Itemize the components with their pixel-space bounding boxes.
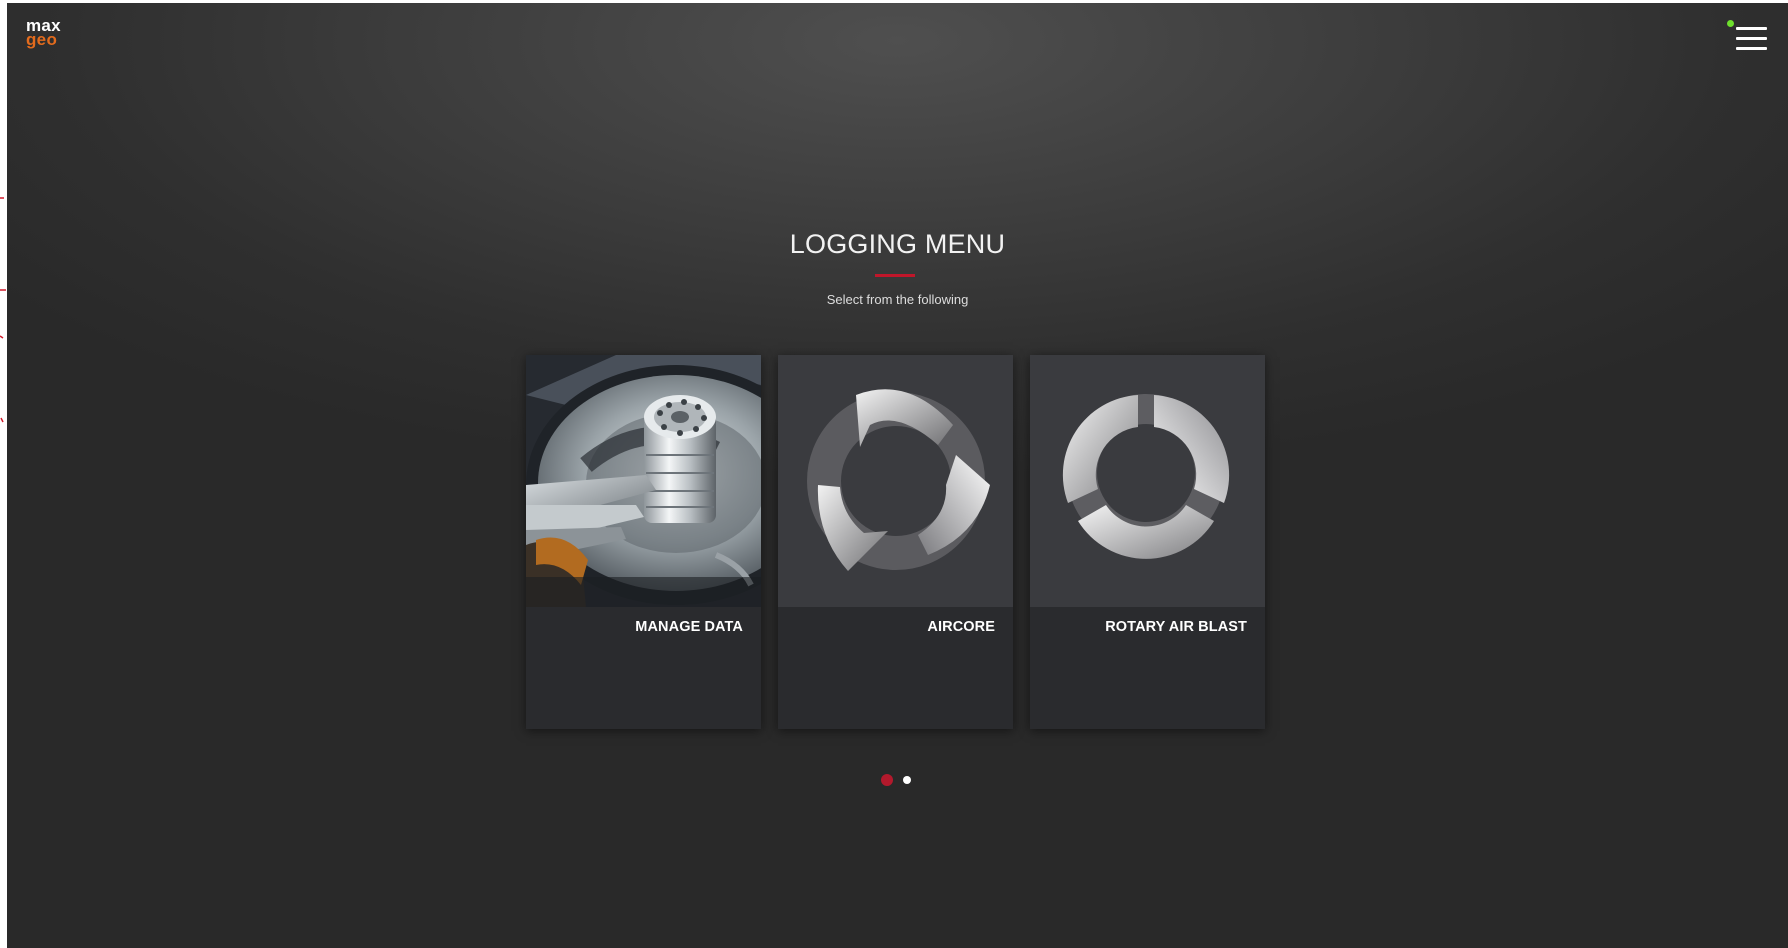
card-label: MANAGE DATA (635, 619, 743, 635)
hamburger-icon (1736, 27, 1767, 30)
page-subtitle: Select from the following (826, 292, 969, 307)
hamburger-icon-bar (1736, 37, 1767, 40)
page-dot-1[interactable] (881, 774, 893, 786)
hamburger-icon-bar (1736, 47, 1767, 50)
title-underline (875, 274, 915, 277)
hard-drive-image (526, 355, 761, 607)
card-label: AIRCORE (927, 619, 995, 635)
hamburger-menu-button[interactable] (1736, 27, 1767, 52)
maxgeo-logo[interactable]: max geo (26, 17, 61, 49)
card-aircore[interactable]: AIRCORE (778, 355, 1013, 729)
status-indicator (1727, 20, 1734, 27)
card-manage-data[interactable]: MANAGE DATA (526, 355, 761, 729)
card-label: ROTARY AIR BLAST (1105, 619, 1247, 635)
page-dot-2[interactable] (903, 776, 911, 784)
rotary-air-blast-icon (1030, 355, 1265, 607)
logo-text-geo: geo (26, 30, 58, 49)
app-screen: max geo LOGGING MENU Select from the fol… (7, 3, 1788, 948)
card-rotary-air-blast[interactable]: ROTARY AIR BLAST (1030, 355, 1265, 729)
aircore-swirl-icon (778, 355, 1013, 607)
page-title: LOGGING MENU (789, 229, 1006, 259)
annotation-marks (0, 197, 6, 423)
